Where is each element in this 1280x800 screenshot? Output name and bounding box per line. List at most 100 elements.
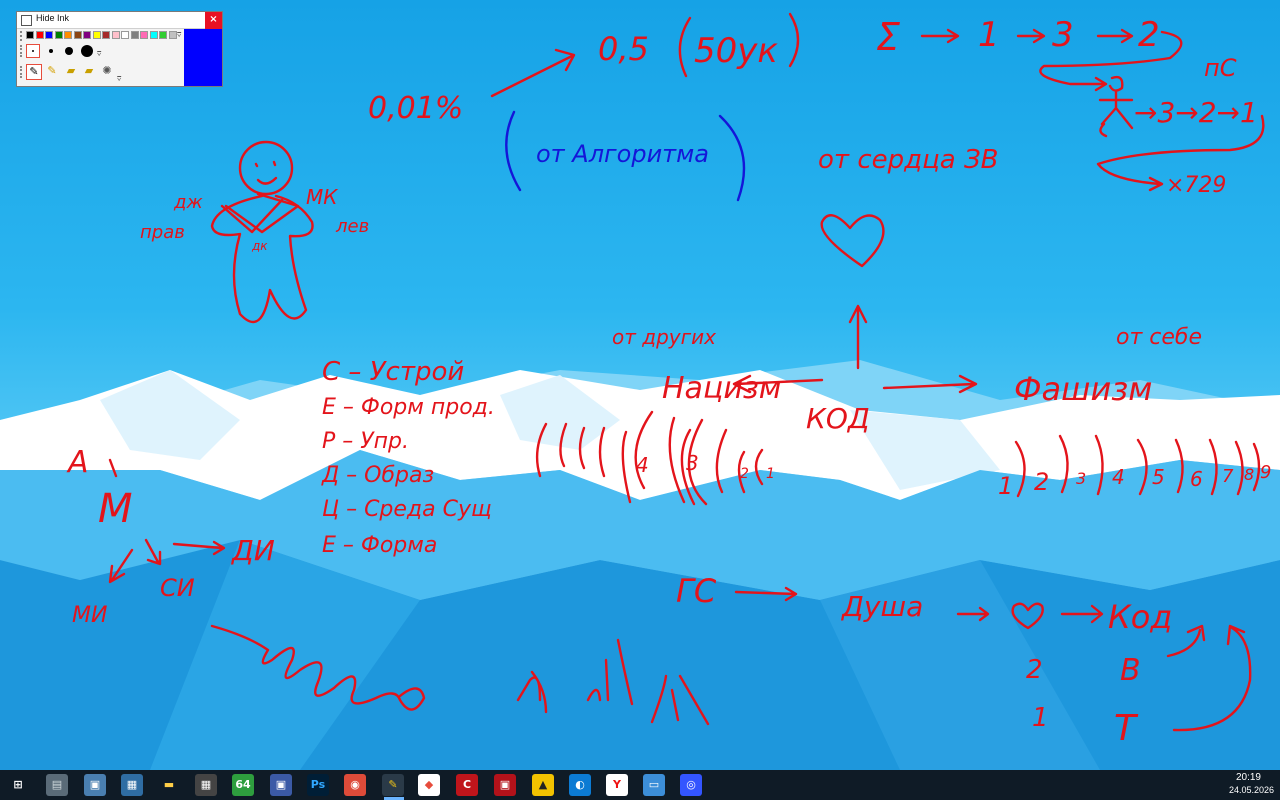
yandex-browser-icon[interactable]: Y	[606, 774, 628, 796]
app-icon-6[interactable]: ▣	[494, 774, 516, 796]
eraser-icon[interactable]: ▰	[64, 64, 78, 78]
heart-drawing	[820, 214, 885, 268]
ink-text-num-4: 4	[1112, 465, 1125, 489]
ink-text-half: 0,5	[598, 30, 649, 68]
size-option-tiny[interactable]	[26, 44, 40, 58]
app-icon-1[interactable]: ▤	[46, 774, 68, 796]
color-swatch[interactable]	[168, 31, 177, 39]
ink-pen-icon[interactable]: ✎	[382, 774, 404, 796]
ink-marks-bottom	[516, 638, 710, 726]
size-option-medium[interactable]	[65, 47, 73, 55]
color-swatch[interactable]	[45, 31, 53, 39]
ink-text-fifty: 50ук	[694, 31, 778, 71]
pen-icon[interactable]: ✎	[26, 64, 42, 80]
hide-ink-label: Hide Ink	[36, 13, 70, 23]
highlighter-icon[interactable]: ✎	[45, 64, 59, 78]
ink-text-sigma: Σ	[876, 15, 900, 59]
remote-desktop-icon[interactable]: ▭	[643, 774, 665, 796]
clear-icon[interactable]: ✺	[100, 64, 114, 78]
ink-text-two: 2	[1026, 655, 1043, 685]
color-swatch[interactable]	[121, 31, 129, 39]
arrow-seq-3	[1096, 28, 1134, 44]
ink-text-si: СИ	[160, 574, 195, 602]
color-swatch[interactable]	[54, 31, 63, 39]
size-option-large[interactable]	[81, 45, 93, 57]
color-swatch[interactable]	[149, 31, 158, 39]
color-swatch[interactable]	[64, 31, 72, 39]
ink-text-prav: прав	[140, 222, 185, 243]
ink-text-mk: МК	[306, 185, 338, 209]
ink-text-num-3: 3	[1076, 469, 1086, 488]
ink-text-seq-2: 2	[1138, 15, 1160, 55]
ink-text-seq-1: 1	[978, 15, 1000, 55]
edge-icon[interactable]: ◐	[569, 774, 591, 796]
app-icon-2[interactable]: ▣	[84, 774, 106, 796]
figure-head	[238, 140, 294, 196]
color-swatch[interactable]	[130, 31, 139, 39]
ink-text-paren-num-3: 3	[686, 451, 699, 475]
ink-text-list-d: Д – Образ	[321, 463, 434, 488]
color-swatch[interactable]	[102, 31, 110, 39]
arrow-gs	[734, 586, 798, 602]
app-icon-8[interactable]: ◎	[680, 774, 702, 796]
hide-ink-checkbox[interactable]	[21, 15, 32, 26]
color-swatch[interactable]	[92, 31, 101, 39]
size-option-small[interactable]	[49, 49, 53, 53]
ink-text-list-e: Е – Форм прод.	[322, 395, 495, 420]
color-swatch[interactable]	[83, 31, 91, 39]
file-explorer-icon[interactable]: ▬	[158, 774, 180, 796]
more-sizes-icon[interactable]: ⩢	[97, 50, 101, 59]
app-64-icon[interactable]: 64	[232, 774, 254, 796]
ink-text-num-5: 5	[1152, 465, 1165, 489]
color-swatch[interactable]	[73, 31, 82, 39]
ink-text-m: М	[98, 486, 133, 532]
eraser-all-icon[interactable]: ▰	[82, 64, 96, 78]
arrow-down-right	[144, 538, 162, 566]
grip-handle[interactable]	[20, 31, 24, 41]
calculator-icon[interactable]: ▦	[195, 774, 217, 796]
arrow-dusha	[956, 606, 990, 622]
ink-text-percent: 0,01%	[368, 91, 463, 126]
more-colors-icon[interactable]: ⩢	[177, 31, 181, 40]
ink-text-seq-3: 3	[1052, 15, 1074, 55]
paren-left	[678, 16, 692, 78]
ink-text-kod: КОД	[806, 402, 870, 435]
save-icon[interactable]: ▣	[270, 774, 292, 796]
ink-text-x729: ×729	[1166, 173, 1226, 198]
blue-paren-left	[505, 110, 522, 192]
color-swatch[interactable]	[35, 31, 44, 39]
figure-body	[210, 194, 314, 324]
color-swatch[interactable]	[26, 31, 34, 39]
clock-date[interactable]: 24.05.2026	[1229, 785, 1274, 795]
ink-text-dzh: дж	[173, 192, 203, 213]
color-swatch[interactable]	[140, 31, 148, 39]
arrow-v-up	[1166, 624, 1206, 658]
ink-text-num-8: 8	[1244, 465, 1254, 484]
parens-group	[535, 410, 764, 506]
photoshop-icon[interactable]: Ps	[307, 774, 329, 796]
ink-text-lev: лев	[335, 216, 369, 237]
app-icon-3[interactable]: ▦	[121, 774, 143, 796]
ink-text-num-2: 2	[1034, 468, 1049, 496]
app-icon-4[interactable]: ◆	[418, 774, 440, 796]
ink-text-arrow-seq: →3→2→1	[1134, 96, 1258, 129]
close-button[interactable]: ×	[205, 12, 222, 29]
ink-text-num-1: 1	[998, 472, 1013, 500]
app-icon-7[interactable]: ▲	[532, 774, 554, 796]
grip-handle-sizes[interactable]	[20, 45, 24, 57]
grip-handle-tools[interactable]	[20, 66, 24, 78]
clock-time[interactable]: 20:19	[1236, 772, 1261, 783]
figure-face	[254, 160, 278, 185]
ink-text-algorithm: от Алгоритма	[536, 140, 709, 168]
more-tools-icon[interactable]: ⩢	[117, 75, 121, 84]
ink-text-num-6: 6	[1190, 467, 1203, 491]
spiral-drawing	[210, 624, 426, 711]
app-icon-5[interactable]: C	[456, 774, 478, 796]
arrow-up	[848, 304, 868, 370]
ink-text-mi: МИ	[72, 603, 107, 628]
color-swatch[interactable]	[111, 31, 120, 39]
ink-text-num-7: 7	[1222, 466, 1234, 487]
color-swatch[interactable]	[159, 31, 167, 39]
chrome-icon[interactable]: ◉	[344, 774, 366, 796]
start-icon[interactable]: ⊞	[7, 774, 29, 796]
